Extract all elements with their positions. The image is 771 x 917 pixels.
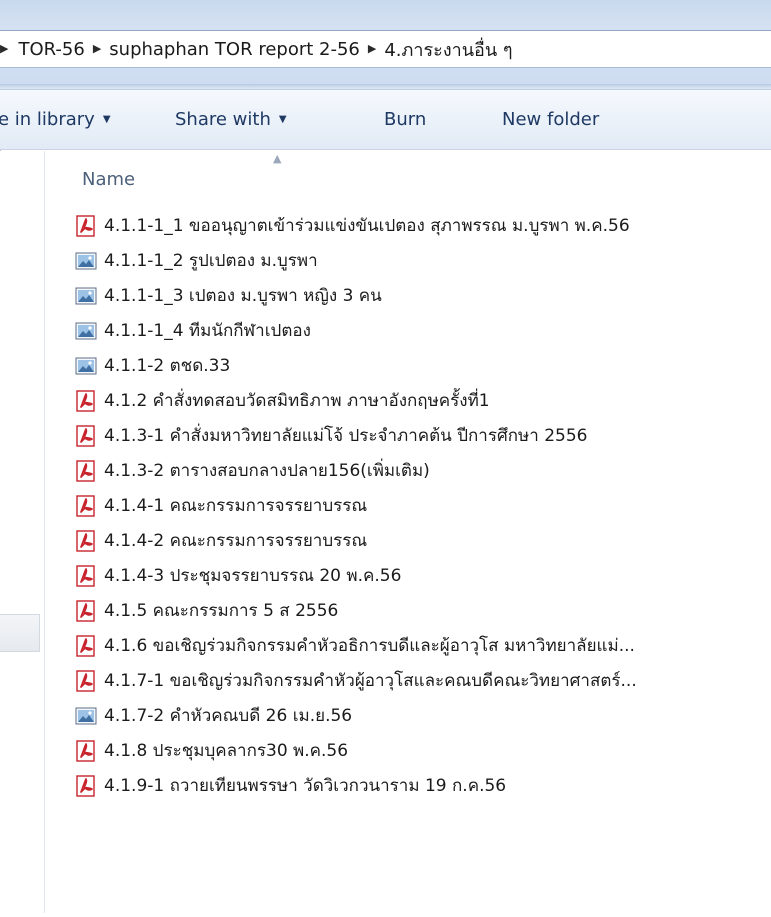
file-name: 4.1.2 คำสั่งทดสอบวัดสมิทธิภาพ ภาษาอังกฤษ… bbox=[104, 391, 490, 411]
column-header-row: ▲ Name bbox=[46, 151, 771, 207]
pdf-file-icon bbox=[75, 529, 97, 552]
file-row[interactable]: 4.1.3-1 คำสั่งมหาวิทยาลัยแม่โจ้ ประจำภาค… bbox=[72, 418, 771, 453]
file-row[interactable]: 4.1.7-1 ขอเชิญร่วมกิจกรรมคำหัวผู้อาวุโสแ… bbox=[72, 663, 771, 698]
image-file-icon bbox=[75, 285, 97, 307]
pdf-file-icon bbox=[75, 599, 97, 622]
file-name: 4.1.1-1_1 ขออนุญาตเข้าร่วมแข่งขันเปตอง ส… bbox=[104, 216, 630, 236]
sort-ascending-icon: ▲ bbox=[273, 152, 282, 165]
file-name: 4.1.3-1 คำสั่งมหาวิทยาลัยแม่โจ้ ประจำภาค… bbox=[104, 426, 588, 446]
pdf-file-icon bbox=[75, 459, 97, 482]
image-file-icon bbox=[75, 250, 97, 272]
breadcrumb[interactable]: ▶ TOR-56 ▶ suphaphan TOR report 2-56 ▶ 4… bbox=[0, 30, 771, 68]
file-name: 4.1.4-2 คณะกรรมการจรรยาบรรณ bbox=[104, 531, 368, 551]
breadcrumb-item-report[interactable]: suphaphan TOR report 2-56 bbox=[109, 39, 360, 60]
pdf-file-icon bbox=[75, 389, 97, 412]
file-row[interactable]: 4.1.6 ขอเชิญร่วมกิจกรรมคำหัวอธิการบดีและ… bbox=[72, 628, 771, 663]
pdf-file-icon bbox=[75, 564, 97, 587]
bottom-edge bbox=[0, 913, 771, 917]
burn-button[interactable]: Burn bbox=[384, 109, 426, 130]
share-with-label: Share with bbox=[175, 109, 271, 130]
file-name: 4.1.7-1 ขอเชิญร่วมกิจกรรมคำหัวผู้อาวุโสแ… bbox=[104, 671, 637, 691]
navigation-pane[interactable] bbox=[0, 151, 45, 917]
command-toolbar: e in library ▼ Share with ▼ Burn New fol… bbox=[0, 90, 771, 150]
file-name: 4.1.4-1 คณะกรรมการจรรยาบรรณ bbox=[104, 496, 368, 516]
file-name: 4.1.1-1_4 ทีมนักกีฬาเปตอง bbox=[104, 321, 311, 341]
file-row[interactable]: 4.1.4-2 คณะกรรมการจรรยาบรรณ bbox=[72, 523, 771, 558]
navigation-pane-item[interactable] bbox=[0, 614, 40, 652]
new-folder-label: New folder bbox=[502, 109, 600, 130]
file-row[interactable]: 4.1.1-1_4 ทีมนักกีฬาเปตอง bbox=[72, 313, 771, 348]
file-list: 4.1.1-1_1 ขออนุญาตเข้าร่วมแข่งขันเปตอง ส… bbox=[72, 208, 771, 803]
file-name: 4.1.8 ประชุมบุคลากร30 พ.ค.56 bbox=[104, 741, 349, 761]
share-with-button[interactable]: Share with ▼ bbox=[175, 109, 287, 130]
pdf-file-icon bbox=[75, 739, 97, 762]
new-folder-button[interactable]: New folder bbox=[502, 109, 599, 130]
breadcrumb-separator-icon[interactable]: ▶ bbox=[93, 42, 101, 55]
breadcrumb-item-tor56[interactable]: TOR-56 bbox=[18, 39, 84, 60]
pdf-file-icon bbox=[75, 634, 97, 657]
file-row[interactable]: 4.1.1-1_1 ขออนุญาตเข้าร่วมแข่งขันเปตอง ส… bbox=[72, 208, 771, 243]
breadcrumb-item-current-folder[interactable]: 4.ภาระงานอื่น ๆ bbox=[384, 35, 512, 64]
chevron-down-icon: ▼ bbox=[278, 114, 287, 125]
column-header-name[interactable]: Name bbox=[82, 169, 135, 190]
file-name: 4.1.6 ขอเชิญร่วมกิจกรรมคำหัวอธิการบดีและ… bbox=[104, 636, 635, 656]
image-file-icon bbox=[75, 355, 97, 377]
pdf-file-icon bbox=[75, 214, 97, 237]
file-name: 4.1.3-2 ตารางสอบกลางปลาย156(เพิ่มเติม) bbox=[104, 461, 430, 481]
file-name: 4.1.5 คณะกรรมการ 5 ส 2556 bbox=[104, 601, 339, 621]
file-row[interactable]: 4.1.5 คณะกรรมการ 5 ส 2556 bbox=[72, 593, 771, 628]
chevron-down-icon: ▼ bbox=[102, 114, 111, 125]
pdf-file-icon bbox=[75, 424, 97, 447]
file-row[interactable]: 4.1.7-2 คำหัวคณบดี 26 เม.ย.56 bbox=[72, 698, 771, 733]
file-row[interactable]: 4.1.1-1_3 เปตอง ม.บูรพา หญิง 3 คน bbox=[72, 278, 771, 313]
file-name: 4.1.1-1_3 เปตอง ม.บูรพา หญิง 3 คน bbox=[104, 286, 382, 306]
pdf-file-icon bbox=[75, 669, 97, 692]
file-name: 4.1.9-1 ถวายเทียนพรรษา วัดวิเวกวนาราม 19… bbox=[104, 776, 507, 796]
file-name: 4.1.4-3 ประชุมจรรยาบรรณ 20 พ.ค.56 bbox=[104, 566, 402, 586]
pdf-file-icon bbox=[75, 494, 97, 517]
file-row[interactable]: 4.1.8 ประชุมบุคลากร30 พ.ค.56 bbox=[72, 733, 771, 768]
file-row[interactable]: 4.1.1-1_2 รูปเปตอง ม.บูรพา bbox=[72, 243, 771, 278]
include-in-library-label: e in library bbox=[0, 109, 95, 130]
file-name: 4.1.7-2 คำหัวคณบดี 26 เม.ย.56 bbox=[104, 706, 353, 726]
breadcrumb-separator-icon[interactable]: ▶ bbox=[0, 42, 8, 55]
image-file-icon bbox=[75, 705, 97, 727]
pdf-file-icon bbox=[75, 774, 97, 797]
file-row[interactable]: 4.1.2 คำสั่งทดสอบวัดสมิทธิภาพ ภาษาอังกฤษ… bbox=[72, 383, 771, 418]
burn-label: Burn bbox=[384, 109, 427, 130]
breadcrumb-separator-icon[interactable]: ▶ bbox=[368, 42, 376, 55]
include-in-library-button[interactable]: e in library ▼ bbox=[0, 109, 111, 130]
file-name: 4.1.1-2 ตชด.33 bbox=[104, 356, 231, 376]
address-bar: ▶ TOR-56 ▶ suphaphan TOR report 2-56 ▶ 4… bbox=[0, 0, 771, 84]
file-row[interactable]: 4.1.4-1 คณะกรรมการจรรยาบรรณ bbox=[72, 488, 771, 523]
image-file-icon bbox=[75, 320, 97, 342]
file-name: 4.1.1-1_2 รูปเปตอง ม.บูรพา bbox=[104, 251, 318, 271]
file-row[interactable]: 4.1.3-2 ตารางสอบกลางปลาย156(เพิ่มเติม) bbox=[72, 453, 771, 488]
file-row[interactable]: 4.1.9-1 ถวายเทียนพรรษา วัดวิเวกวนาราม 19… bbox=[72, 768, 771, 803]
file-row[interactable]: 4.1.1-2 ตชด.33 bbox=[72, 348, 771, 383]
file-row[interactable]: 4.1.4-3 ประชุมจรรยาบรรณ 20 พ.ค.56 bbox=[72, 558, 771, 593]
